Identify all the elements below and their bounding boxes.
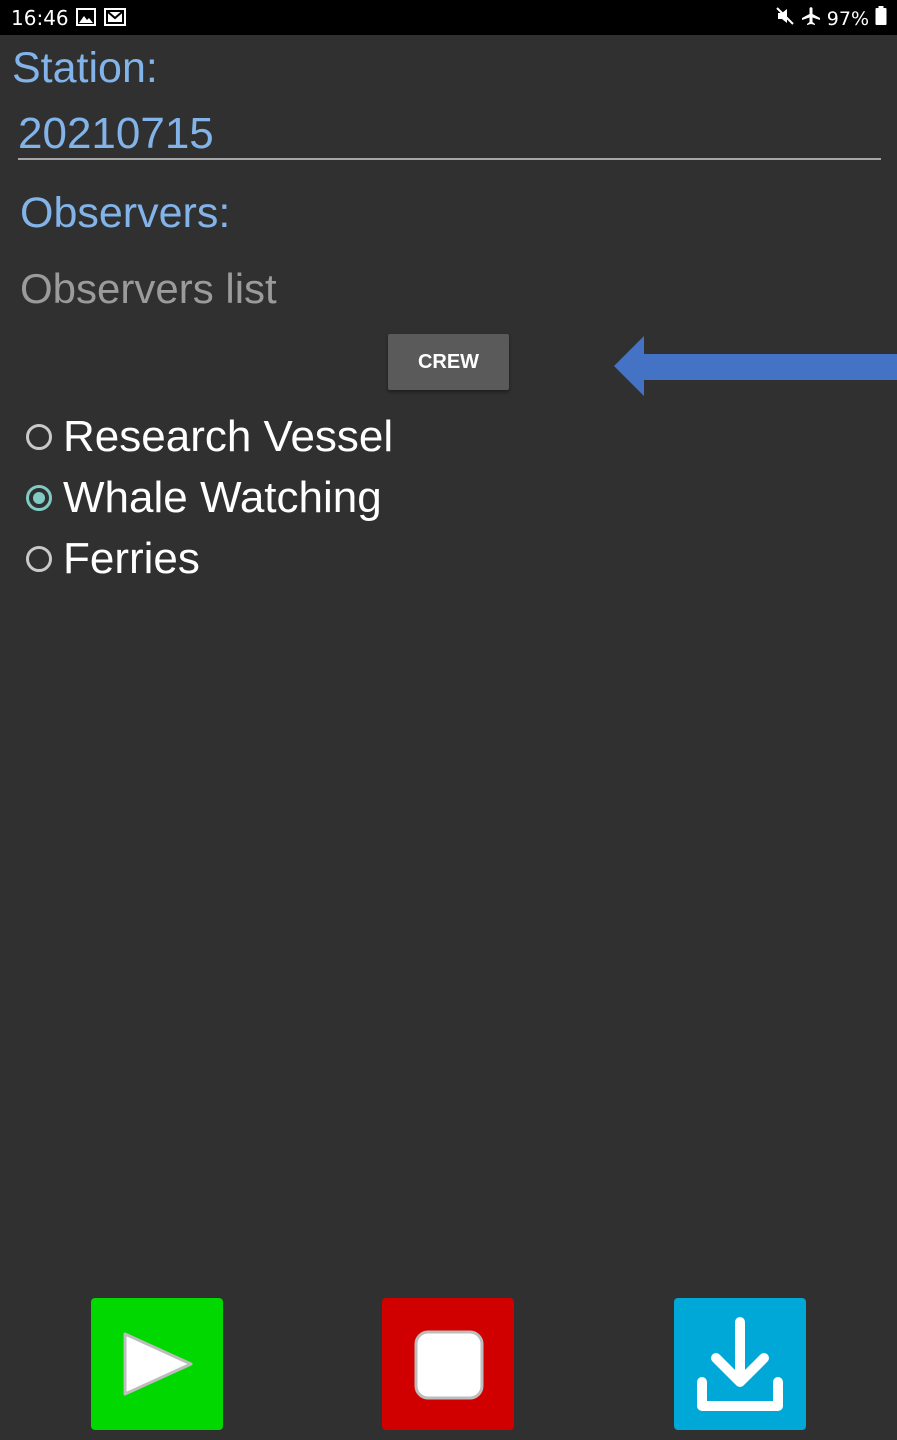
radio-research-vessel[interactable]: Research Vessel [26, 408, 393, 466]
download-icon [697, 1317, 783, 1411]
radio-button-checked[interactable] [26, 485, 52, 511]
station-input[interactable]: 20210715 [18, 108, 881, 160]
play-icon [123, 1332, 193, 1396]
stop-button[interactable] [376, 1292, 520, 1438]
left-arrow-icon [612, 334, 897, 403]
battery-icon [875, 6, 887, 32]
mute-icon [775, 6, 795, 32]
battery-text: 97% [826, 8, 869, 30]
radio-label: Ferries [63, 534, 200, 583]
status-left-icons [76, 7, 126, 31]
download-button[interactable] [668, 1292, 812, 1438]
mail-icon [104, 7, 126, 31]
radio-label: Whale Watching [63, 473, 382, 522]
observers-label: Observers: [20, 189, 231, 237]
station-label: Station: [12, 44, 158, 92]
status-bar: 16:46 97% [0, 0, 897, 35]
status-right: 97% [775, 6, 887, 32]
status-time: 16:46 [11, 6, 69, 30]
radio-label: Research Vessel [63, 412, 394, 461]
radio-whale-watching[interactable]: Whale Watching [26, 469, 382, 527]
airplane-icon [801, 6, 821, 32]
play-button[interactable] [85, 1292, 229, 1438]
radio-ferries[interactable]: Ferries [26, 530, 200, 588]
radio-button-unchecked[interactable] [26, 424, 52, 450]
crew-button[interactable]: CREW [388, 334, 509, 390]
station-value: 20210715 [18, 109, 214, 158]
observers-list-field[interactable]: Observers list [20, 264, 277, 314]
radio-button-unchecked[interactable] [26, 546, 52, 572]
gallery-icon [76, 7, 96, 31]
stop-icon [414, 1330, 484, 1400]
